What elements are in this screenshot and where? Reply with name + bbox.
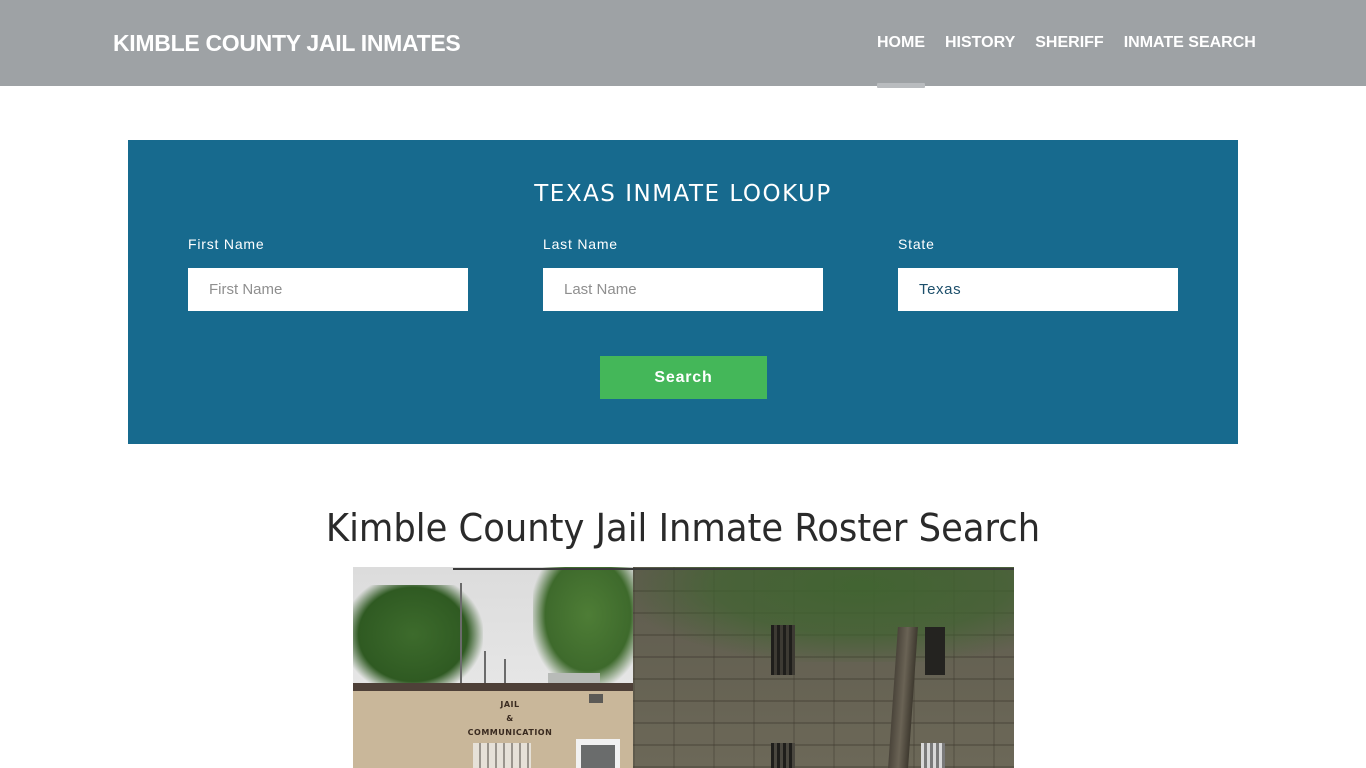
state-input[interactable] (898, 268, 1178, 311)
search-button[interactable]: Search (600, 356, 767, 399)
sign-line: COMMUNICATION (467, 728, 553, 737)
sign-line: & (506, 714, 514, 723)
photo-tree-canopy (633, 567, 1014, 662)
nav-inmate-search[interactable]: INMATE SEARCH (1124, 34, 1256, 54)
photo-power-line (453, 568, 1014, 570)
lookup-title: TEXAS INMATE LOOKUP (534, 181, 832, 207)
photo-lamp (589, 694, 603, 703)
site-header: KIMBLE COUNTY JAIL INMATES HOME HISTORY … (0, 0, 1366, 88)
photo-barred-window (771, 625, 795, 675)
jail-building-photo: JAIL & COMMUNICATION (353, 567, 1014, 768)
first-name-group: First Name (188, 236, 468, 311)
site-brand-link[interactable]: KIMBLE COUNTY JAIL INMATES (113, 30, 461, 57)
first-name-input[interactable] (188, 268, 468, 311)
photo-barred-window (771, 743, 795, 768)
nav-sheriff[interactable]: SHERIFF (1035, 34, 1103, 54)
photo-antenna (504, 659, 506, 686)
main-nav: HOME HISTORY SHERIFF INMATE SEARCH (877, 34, 1256, 88)
last-name-group: Last Name (543, 236, 823, 311)
photo-window (473, 743, 531, 768)
sign-line: JAIL (500, 700, 520, 709)
photo-tree (533, 567, 643, 687)
nav-history[interactable]: HISTORY (945, 34, 1015, 54)
state-label: State (898, 236, 935, 252)
last-name-input[interactable] (543, 268, 823, 311)
state-group: State (898, 236, 1178, 311)
page-title: Kimble County Jail Inmate Roster Search (325, 506, 1041, 550)
photo-tree (353, 585, 483, 695)
nav-home[interactable]: HOME (877, 34, 925, 88)
photo-barred-window (925, 627, 945, 675)
last-name-label: Last Name (543, 236, 618, 252)
photo-barred-window (921, 743, 945, 768)
photo-door (576, 739, 620, 768)
first-name-label: First Name (188, 236, 265, 252)
photo-antenna (460, 583, 462, 683)
photo-antenna (484, 651, 486, 686)
photo-building-sign: JAIL & COMMUNICATION (465, 698, 555, 740)
